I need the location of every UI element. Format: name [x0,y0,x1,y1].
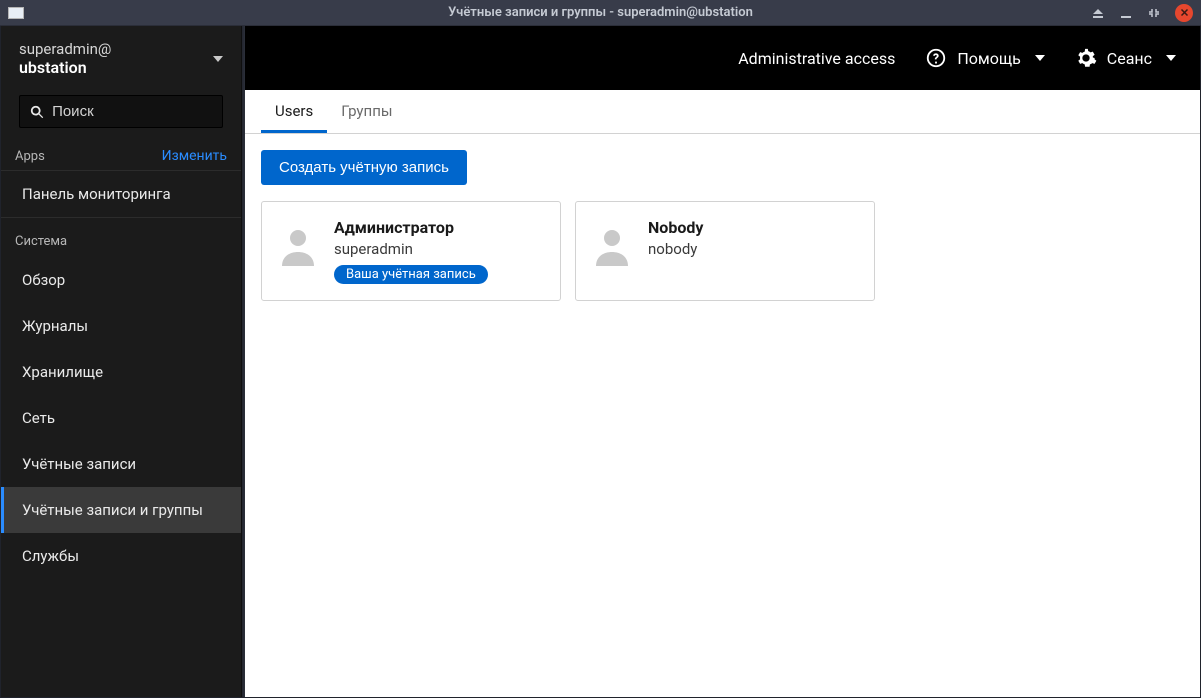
user-login: superadmin [334,240,488,258]
sidebar: superadmin@ ubstation Apps Изменить Пане… [1,26,242,697]
search-input[interactable] [52,103,212,120]
sidebar-item-dashboard[interactable]: Панель мониторинга [1,171,241,217]
host-name: ubstation [19,58,111,77]
eject-icon[interactable] [1091,6,1105,20]
system-header: Система [1,218,241,257]
gear-icon [1075,47,1097,69]
sidebar-item-logs[interactable]: Журналы [1,303,241,349]
tabs: Users Группы [245,90,1200,134]
help-label: Помощь [957,49,1020,68]
create-account-button[interactable]: Создать учётную запись [261,150,467,185]
chevron-down-icon [1035,55,1045,61]
session-label: Сеанс [1107,49,1152,68]
user-card[interactable]: Nobody nobody [575,201,875,301]
apps-header: Apps [15,149,45,164]
sidebar-item-accounts[interactable]: Учётные записи [1,441,241,487]
avatar-icon [276,224,320,268]
edit-link[interactable]: Изменить [162,148,227,164]
admin-access-label: Administrative access [738,49,895,68]
content-area: Administrative access Помощь Сеанс Users… [245,26,1200,697]
user-login: nobody [648,240,703,258]
search-icon [30,104,44,120]
maximize-button[interactable] [1147,6,1161,20]
app-icon [8,7,24,19]
your-account-badge: Ваша учётная запись [334,265,488,284]
sidebar-item-services[interactable]: Службы [1,533,241,579]
user-card[interactable]: Администратор superadmin Ваша учётная за… [261,201,561,301]
help-menu[interactable]: Помощь [925,47,1044,69]
chevron-down-icon [1166,55,1176,61]
host-switcher[interactable]: superadmin@ ubstation [1,26,241,87]
help-icon [925,47,947,69]
sidebar-item-accounts-groups[interactable]: Учётные записи и группы [1,487,241,533]
avatar-icon [590,224,634,268]
minimize-button[interactable] [1119,6,1133,20]
search-box[interactable] [19,95,223,128]
sidebar-item-storage[interactable]: Хранилище [1,349,241,395]
user-display-name: Nobody [648,218,703,237]
host-user: superadmin@ [19,40,111,58]
window-titlebar: Учётные записи и группы - superadmin@ubs… [0,0,1201,26]
user-display-name: Администратор [334,218,488,237]
session-menu[interactable]: Сеанс [1075,47,1176,69]
window-title: Учётные записи и группы - superadmin@ubs… [0,5,1201,20]
sidebar-item-overview[interactable]: Обзор [1,257,241,303]
sidebar-item-network[interactable]: Сеть [1,395,241,441]
tab-users[interactable]: Users [261,90,327,133]
user-cards: Администратор superadmin Ваша учётная за… [261,201,1184,301]
tab-groups[interactable]: Группы [327,90,406,133]
admin-access-link[interactable]: Administrative access [738,49,895,68]
close-button[interactable] [1175,4,1193,22]
topbar: Administrative access Помощь Сеанс [245,26,1200,90]
chevron-down-icon [213,56,223,62]
